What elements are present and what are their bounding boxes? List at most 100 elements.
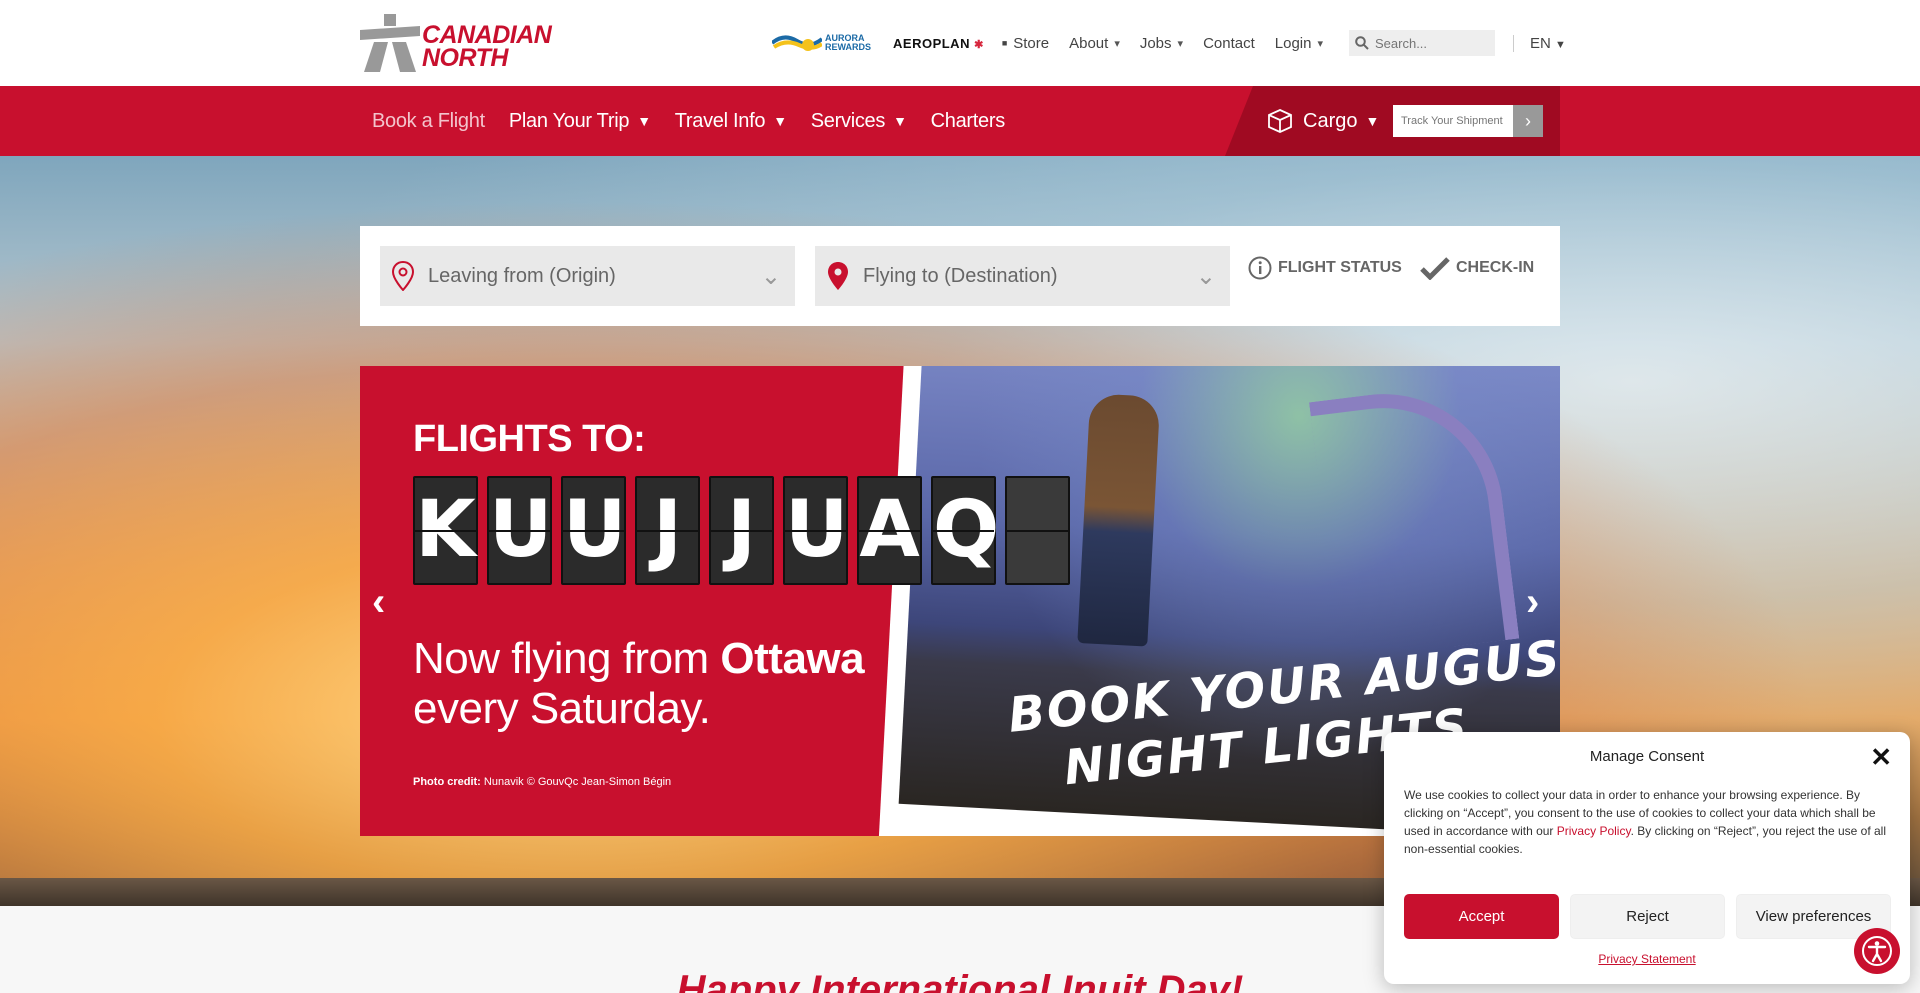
package-icon — [1268, 109, 1292, 133]
store-link[interactable]: ■ Store — [1002, 35, 1049, 52]
flight-status-label: FLIGHT STATUS — [1278, 259, 1402, 276]
board-tile: U — [561, 476, 626, 585]
board-tile — [1005, 476, 1070, 585]
contact-label: Contact — [1203, 34, 1255, 52]
aurora-rewards-link[interactable]: AURORA REWARDS — [772, 31, 871, 55]
info-icon — [1248, 256, 1272, 280]
search-input[interactable] — [1375, 35, 1485, 51]
aeroplan-link[interactable]: AEROPLAN ✱ — [893, 36, 984, 51]
slide-text-prefix: Now flying from — [413, 634, 721, 683]
accept-button[interactable]: Accept — [1404, 894, 1559, 939]
about-menu[interactable]: About ▾ — [1069, 35, 1120, 52]
utility-nav: AURORA REWARDS AEROPLAN ✱ ■ Store About … — [772, 26, 1566, 60]
jobs-menu[interactable]: Jobs ▾ — [1140, 35, 1183, 52]
check-in-label: CHECK-IN — [1456, 259, 1535, 276]
slide-text-line2: every Saturday. — [413, 684, 711, 733]
chevron-down-icon: ▼ — [773, 113, 787, 129]
about-label: About — [1069, 34, 1109, 52]
track-shipment-button[interactable]: › — [1513, 105, 1543, 137]
accessibility-icon — [1862, 936, 1892, 966]
nav-label: Plan Your Trip — [508, 109, 630, 132]
language-label: EN — [1530, 34, 1551, 52]
logo-text: CANADIAN NORTH — [422, 23, 552, 72]
slider-next-arrow[interactable]: › — [1526, 580, 1539, 625]
cargo-panel: Cargo ▼ › — [1225, 86, 1560, 156]
reject-button[interactable]: Reject — [1570, 894, 1725, 939]
nav-label: Charters — [930, 109, 1006, 132]
board-tile: K — [413, 476, 478, 585]
board-tile: J — [709, 476, 774, 585]
flight-status-link[interactable]: FLIGHT STATUS — [1248, 256, 1402, 280]
board-tile: A — [857, 476, 922, 585]
chevron-down-icon: ▼ — [637, 113, 651, 129]
slide-headline: Now flying from Ottawa every Saturday. — [413, 634, 865, 734]
destination-select[interactable]: Flying to (Destination) ⌄ — [815, 246, 1230, 306]
track-shipment-input[interactable] — [1393, 105, 1513, 137]
jobs-label: Jobs — [1139, 34, 1172, 52]
store-label: Store — [1013, 34, 1050, 52]
location-pin-icon — [392, 261, 414, 291]
login-label: Login — [1274, 34, 1312, 52]
board-tile: U — [783, 476, 848, 585]
chevron-down-icon: ⌄ — [760, 263, 781, 290]
inukshuk-icon — [360, 14, 420, 72]
board-tile: Q — [931, 476, 999, 585]
nav-label: Travel Info — [674, 109, 766, 132]
nav-label: Book a Flight — [372, 109, 485, 132]
consent-body: We use cookies to collect your data in o… — [1404, 786, 1894, 858]
antler-shape — [1309, 380, 1520, 661]
nav-services[interactable]: Services ▼ — [811, 110, 907, 133]
destination-placeholder: Flying to (Destination) — [863, 264, 1058, 287]
bag-icon: ■ — [1001, 38, 1008, 48]
aeroplan-label: AEROPLAN — [893, 35, 970, 51]
chevron-right-icon: › — [1525, 110, 1531, 131]
main-nav-bar: Book a Flight Plan Your Trip ▼ Travel In… — [0, 86, 1920, 156]
person-silhouette — [1077, 393, 1161, 647]
credit-label: Photo credit: — [413, 776, 481, 788]
chevron-down-icon: ▼ — [1365, 113, 1380, 129]
consent-title: Manage Consent — [1589, 748, 1705, 765]
check-in-link[interactable]: CHECK-IN — [1420, 256, 1534, 280]
chevron-down-icon: ▾ — [1177, 37, 1184, 50]
nav-book-a-flight[interactable]: Book a Flight — [372, 110, 485, 133]
flights-to-heading: FLIGHTS TO: — [413, 418, 646, 460]
promo-slide[interactable]: BOOK YOUR AUGUST NIGHT LIGHTS FLIGHTS TO… — [360, 366, 1560, 836]
board-tile: J — [635, 476, 700, 585]
aurora-wave-icon — [772, 35, 822, 51]
slide-text-city: Ottawa — [720, 634, 865, 683]
canadian-north-logo[interactable]: CANADIAN NORTH — [360, 14, 552, 72]
logo-line2: NORTH — [422, 44, 508, 72]
photo-credit: Photo credit: Nunavik © GouvQc Jean-Simo… — [413, 776, 671, 788]
nav-label: Services — [810, 109, 886, 132]
origin-select[interactable]: Leaving from (Origin) ⌄ — [380, 246, 795, 306]
cookie-consent-dialog: Manage Consent ✕ We use cookies to colle… — [1384, 732, 1910, 984]
credit-value: Nunavik © GouvQc Jean-Simon Bégin — [483, 776, 672, 788]
privacy-statement-link[interactable]: Privacy Statement — [1384, 952, 1910, 966]
search-icon — [1355, 36, 1369, 50]
nav-plan-your-trip[interactable]: Plan Your Trip ▼ — [509, 110, 651, 133]
booking-widget: Leaving from (Origin) ⌄ Flying to (Desti… — [360, 226, 1560, 326]
checkmark-icon — [1420, 257, 1450, 280]
cargo-menu[interactable]: Cargo ▼ — [1267, 86, 1379, 156]
flip-board: K U U J J U A Q — [413, 476, 1079, 585]
slider-prev-arrow[interactable]: ‹ — [372, 580, 385, 625]
nav-charters[interactable]: Charters — [930, 109, 1006, 133]
close-icon[interactable]: ✕ — [1870, 742, 1892, 773]
search-box — [1349, 30, 1495, 56]
maple-leaf-icon: ✱ — [974, 38, 984, 51]
privacy-policy-link[interactable]: Privacy Policy — [1557, 824, 1631, 838]
origin-placeholder: Leaving from (Origin) — [428, 264, 616, 287]
caret-down-icon: ▼ — [1555, 38, 1566, 51]
accessibility-button[interactable] — [1854, 928, 1900, 974]
aurora-line2: REWARDS — [825, 42, 872, 52]
login-menu[interactable]: Login ▾ — [1275, 35, 1323, 52]
cargo-label: Cargo — [1303, 109, 1358, 132]
top-bar: CANADIAN NORTH AURORA REWARDS AEROPLAN ✱… — [0, 0, 1920, 86]
language-selector[interactable]: EN ▼ — [1513, 34, 1566, 52]
chevron-down-icon: ⌄ — [1195, 263, 1216, 290]
chevron-down-icon: ▾ — [1114, 37, 1120, 50]
board-tile: U — [487, 476, 552, 585]
chevron-down-icon: ▾ — [1317, 37, 1323, 50]
nav-travel-info[interactable]: Travel Info ▼ — [675, 110, 787, 133]
contact-link[interactable]: Contact — [1203, 35, 1255, 52]
